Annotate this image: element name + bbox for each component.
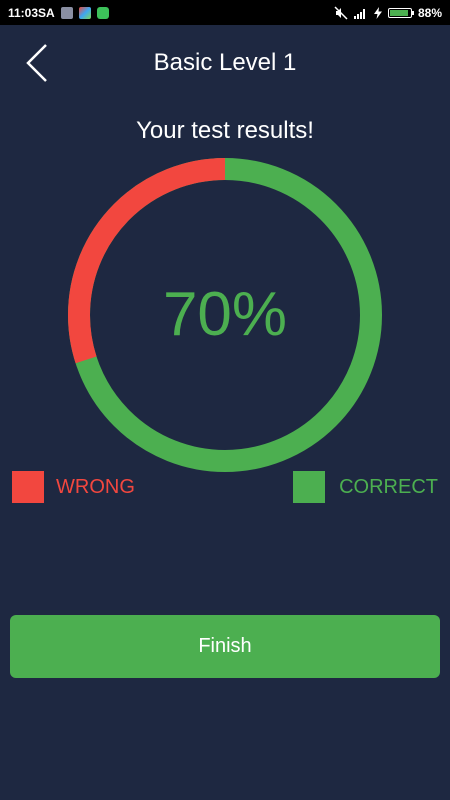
legend-correct: CORRECT [293, 471, 438, 503]
app-notification-icon [78, 6, 91, 19]
battery-percent: 88% [417, 5, 442, 20]
status-right: 88% [334, 6, 442, 20]
charging-icon [373, 6, 382, 19]
correct-swatch [293, 471, 326, 503]
status-bar: 11:03SA 88% [0, 0, 450, 25]
correct-label: CORRECT [339, 475, 438, 498]
mute-icon [334, 5, 348, 20]
page-title: Basic Level 1 [153, 49, 297, 76]
wrong-swatch [12, 471, 44, 503]
app-header: Basic Level 1 [0, 25, 450, 103]
score-percent: 70% [162, 280, 288, 349]
results-donut-chart: 70% [68, 158, 382, 472]
alarm-notification-icon [96, 6, 109, 19]
finish-button[interactable]: Finish [10, 615, 440, 678]
signal-icon [353, 8, 365, 19]
image-notification-icon [60, 6, 73, 19]
legend-wrong: WRONG [12, 471, 135, 503]
results-heading: Your test results! [136, 117, 314, 144]
status-left: 11:03SA [8, 6, 109, 20]
status-time: 11:03SA [8, 5, 55, 20]
wrong-label: WRONG [56, 475, 135, 498]
battery-level [389, 9, 408, 16]
battery-icon [387, 7, 414, 18]
